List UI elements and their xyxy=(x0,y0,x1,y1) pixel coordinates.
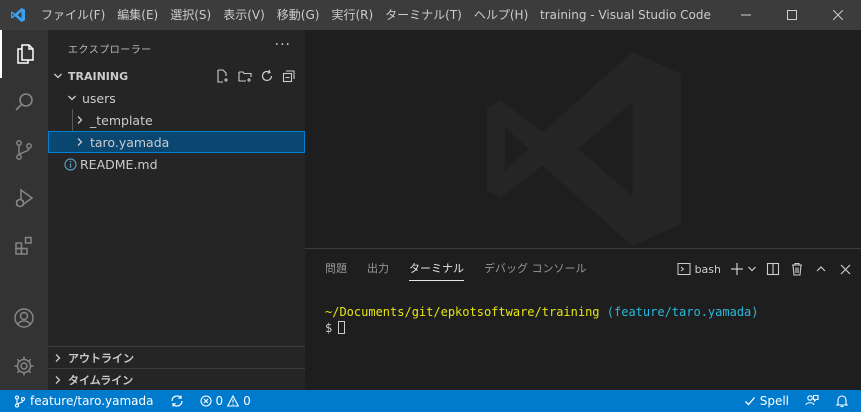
problems-status[interactable]: 0 0 xyxy=(192,390,259,412)
chevron-right-icon xyxy=(72,134,88,150)
chevron-up-icon[interactable] xyxy=(813,261,829,277)
chevron-right-icon xyxy=(48,375,68,385)
chevron-right-icon xyxy=(72,112,88,128)
terminal-name: bash xyxy=(694,262,721,276)
sync-icon xyxy=(170,395,183,407)
feedback-button[interactable] xyxy=(797,390,827,412)
source-control-icon[interactable] xyxy=(0,126,48,174)
activity-bar xyxy=(0,30,48,390)
refresh-icon[interactable] xyxy=(259,68,275,84)
error-count: 0 xyxy=(215,394,224,408)
branch-name: feature/taro.yamada xyxy=(30,394,154,408)
tab-problems[interactable]: 問題 xyxy=(317,249,355,289)
spell-label: Spell xyxy=(759,394,789,408)
title-bar: ファイル(F) 編集(E) 選択(S) 表示(V) 移動(G) 実行(R) ター… xyxy=(0,0,861,30)
more-actions-button[interactable]: ··· xyxy=(275,37,291,53)
menu-view[interactable]: 表示(V) xyxy=(217,0,271,30)
terminal-branch: (feature/taro.yamada) xyxy=(606,305,759,319)
tree-folder-template[interactable]: _template xyxy=(48,109,305,131)
tab-terminal[interactable]: ターミナル xyxy=(401,249,472,289)
warning-count: 0 xyxy=(243,394,251,408)
warning-icon xyxy=(227,395,240,407)
search-icon[interactable] xyxy=(0,78,48,126)
close-panel-icon[interactable] xyxy=(837,261,853,277)
panel-tabs: 問題 出力 ターミナル デバッグ コンソール xyxy=(317,249,599,289)
terminal-icon xyxy=(677,263,691,275)
split-terminal-icon[interactable] xyxy=(765,261,781,277)
timeline-section-header[interactable]: タイムライン xyxy=(48,368,305,390)
menu-edit[interactable]: 編集(E) xyxy=(111,0,164,30)
feedback-icon xyxy=(805,394,819,406)
trash-icon[interactable] xyxy=(789,261,805,277)
plus-icon[interactable] xyxy=(729,261,745,277)
chevron-down-icon xyxy=(48,71,68,81)
menu-terminal[interactable]: ターミナル(T) xyxy=(379,0,468,30)
tree-folder-taro-yamada[interactable]: taro.yamada xyxy=(48,131,305,153)
branch-status[interactable]: feature/taro.yamada xyxy=(0,390,162,412)
panel-actions: bash xyxy=(677,260,853,278)
extensions-icon[interactable] xyxy=(0,222,48,270)
terminal-cursor xyxy=(338,321,346,334)
tab-debug-console[interactable]: デバッグ コンソール xyxy=(476,249,595,289)
minimize-icon[interactable] xyxy=(723,0,769,30)
menu-run[interactable]: 実行(R) xyxy=(325,0,379,30)
tree-file-readme[interactable]: README.md xyxy=(48,153,305,175)
close-icon[interactable] xyxy=(815,0,861,30)
check-icon xyxy=(744,397,755,406)
tree-item-label: taro.yamada xyxy=(90,134,170,150)
bell-icon xyxy=(835,395,849,408)
explorer-actions xyxy=(215,68,297,84)
error-icon xyxy=(199,395,212,407)
explorer-title: エクスプローラー xyxy=(68,45,152,56)
explorer-header: エクスプローラー ··· xyxy=(48,30,305,65)
chevron-right-icon xyxy=(48,353,68,363)
vscode-watermark-icon xyxy=(486,51,682,247)
menu-selection[interactable]: 選択(S) xyxy=(164,0,217,30)
spell-status[interactable]: Spell xyxy=(736,390,797,412)
collapse-all-icon[interactable] xyxy=(281,68,297,84)
tree-item-label: users xyxy=(82,90,116,106)
chevron-down-icon xyxy=(64,90,80,106)
new-file-icon[interactable] xyxy=(215,68,231,84)
account-icon[interactable] xyxy=(0,294,48,342)
maximize-icon[interactable] xyxy=(769,0,815,30)
terminal-selector[interactable]: bash xyxy=(677,262,721,276)
vscode-logo-icon xyxy=(0,0,35,30)
gear-icon[interactable] xyxy=(0,342,48,390)
explorer-sidebar: エクスプローラー ··· TRAINING users _template ta… xyxy=(48,30,305,390)
terminal-prompt: $ xyxy=(325,321,333,335)
status-bar: feature/taro.yamada 0 0 Spell xyxy=(0,390,861,412)
menu-file[interactable]: ファイル(F) xyxy=(35,0,111,30)
chevron-down-icon[interactable] xyxy=(747,261,757,277)
menu-bar: ファイル(F) 編集(E) 選択(S) 表示(V) 移動(G) 実行(R) ター… xyxy=(35,0,534,30)
status-right: Spell xyxy=(736,390,861,412)
git-branch-icon xyxy=(14,394,26,408)
explorer-files-icon[interactable] xyxy=(0,30,48,78)
info-icon xyxy=(62,156,78,172)
notifications-button[interactable] xyxy=(827,390,861,412)
terminal-output[interactable]: ~/Documents/git/epkotsoftware/training (… xyxy=(325,304,759,336)
tab-output[interactable]: 出力 xyxy=(359,249,397,289)
run-debug-icon[interactable] xyxy=(0,174,48,222)
outline-label: アウトライン xyxy=(68,351,134,365)
editor-area xyxy=(305,30,861,248)
menu-help[interactable]: ヘルプ(H) xyxy=(468,0,534,30)
tree-item-label: _template xyxy=(90,112,153,128)
timeline-label: タイムライン xyxy=(68,373,134,387)
window-title: training - Visual Studio Code xyxy=(540,8,711,22)
workspace-root-label: TRAINING xyxy=(68,69,129,83)
terminal-path: ~/Documents/git/epkotsoftware/training xyxy=(325,305,600,319)
menu-go[interactable]: 移動(G) xyxy=(271,0,326,30)
window-controls xyxy=(723,0,861,30)
sync-button[interactable] xyxy=(162,390,192,412)
tree-item-label: README.md xyxy=(80,156,158,172)
tree-folder-users[interactable]: users xyxy=(48,87,305,109)
outline-section-header[interactable]: アウトライン xyxy=(48,346,305,368)
new-folder-icon[interactable] xyxy=(237,68,253,84)
bottom-panel: 問題 出力 ターミナル デバッグ コンソール bash ~/Documents/… xyxy=(305,248,861,390)
workspace-section-header[interactable]: TRAINING xyxy=(48,65,305,87)
